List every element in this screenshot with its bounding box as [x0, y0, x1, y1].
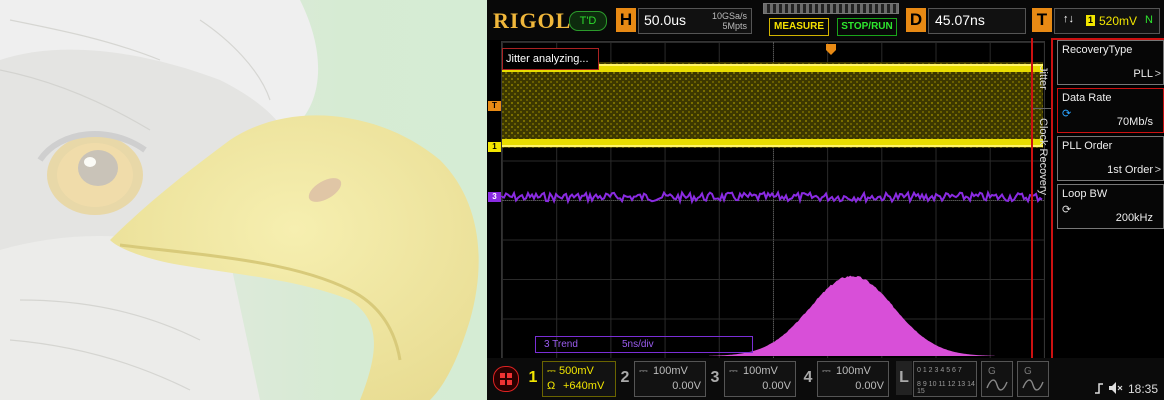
menu-data-rate[interactable]: Data Rate ⟳ 70Mb/s: [1057, 88, 1164, 133]
trend-scale: 5ns/div: [622, 339, 654, 350]
trend-window[interactable]: 3 Trend 5ns/div: [535, 336, 753, 353]
ch3-number[interactable]: 3: [707, 361, 723, 395]
menu-loop-bw[interactable]: Loop BW ⟳ 200kHz: [1057, 184, 1164, 229]
menu-recovery-type[interactable]: RecoveryType PLL >: [1057, 40, 1164, 85]
trigger-level-marker[interactable]: T: [488, 101, 501, 111]
menu-pll-order-label: PLL Order: [1062, 140, 1113, 152]
ch3-trace: [501, 189, 1043, 205]
knob-icon: ⟳: [1062, 204, 1072, 216]
tab-jitter[interactable]: Jitter: [1037, 66, 1049, 90]
menu-recovery-type-label: RecoveryType: [1062, 44, 1133, 56]
ch4-offset: 0.00V: [855, 380, 884, 392]
chevron-right-icon: >: [1154, 164, 1161, 176]
main-menu-button[interactable]: [493, 366, 519, 392]
generator2-button[interactable]: G: [1017, 361, 1049, 397]
speaker-icon: [1109, 382, 1116, 394]
status-icons: [1095, 382, 1123, 394]
ch1-bottom-highlight: [502, 145, 1043, 147]
logic-channels-box[interactable]: 0 1 2 3 4 5 6 7 8 9 10 11 12 13 14 15: [913, 361, 977, 397]
menu-data-rate-label: Data Rate: [1062, 92, 1112, 104]
ch3-offset: 0.00V: [762, 380, 791, 392]
ch1-offset-marker[interactable]: 1: [488, 142, 501, 152]
ch2-offset: 0.00V: [672, 380, 701, 392]
svg-text:G: G: [988, 366, 996, 377]
svg-text:G: G: [1024, 366, 1032, 377]
ch1-number[interactable]: 1: [525, 361, 541, 395]
ch4-settings-box[interactable]: ⎓ 100mV 0.00V: [817, 361, 889, 397]
background-photo: [0, 0, 487, 400]
ch2-number[interactable]: 2: [617, 361, 633, 395]
menu-pll-order-value: 1st Order: [1107, 164, 1153, 176]
side-tabs: Jitter Clock Recovery: [1031, 38, 1053, 372]
dc-coupling-icon: ⎓: [547, 365, 556, 377]
menu-loop-bw-value: 200kHz: [1115, 212, 1153, 224]
ch4-scale: 100mV: [836, 365, 871, 377]
ch3-scale: 100mV: [743, 365, 778, 377]
trigger-position-marker[interactable]: [826, 44, 836, 55]
bottom-channel-bar: 1 ⎓ 500mV Ω +640mV 2 ⎓ 100mV 0.00V 3 ⎓ 1…: [487, 358, 1164, 400]
ch1-settings-box[interactable]: ⎓ 500mV Ω +640mV: [542, 361, 616, 397]
oscilloscope-screen: RIGOL T'D H 50.0us 10GSa/s 5Mpts MEASURE…: [487, 0, 1164, 400]
sine-wave-icon: G: [1022, 366, 1044, 391]
menu-recovery-type-value: PLL: [1133, 68, 1153, 80]
sine-wave-icon: G: [986, 366, 1008, 391]
eagle-photo: [0, 0, 479, 400]
ch1-scale: 500mV: [559, 365, 594, 377]
logic-label[interactable]: L: [896, 361, 912, 395]
ch2-scale: 100mV: [653, 365, 688, 377]
dc-coupling-icon: ⎓: [639, 365, 648, 377]
generator1-button[interactable]: G: [981, 361, 1013, 397]
logic-row1: 0 1 2 3 4 5 6 7: [917, 367, 962, 374]
ch2-settings-box[interactable]: ⎓ 100mV 0.00V: [634, 361, 706, 397]
dc-coupling-icon: ⎓: [822, 365, 831, 377]
logic-row2: 8 9 10 11 12 13 14 15: [917, 381, 975, 395]
menu-pll-order[interactable]: PLL Order 1st Order >: [1057, 136, 1164, 181]
menu-loop-bw-label: Loop BW: [1062, 188, 1108, 200]
tab-clock-recovery[interactable]: Clock Recovery: [1037, 118, 1049, 195]
mute-icon: [1117, 385, 1123, 391]
ch4-number[interactable]: 4: [800, 361, 816, 395]
chevron-right-icon: >: [1154, 68, 1161, 80]
ch1-impedance: Ω: [547, 380, 556, 392]
ch3-settings-box[interactable]: ⎓ 100mV 0.00V: [724, 361, 796, 397]
clock-recovery-menu: RecoveryType PLL > Data Rate ⟳ 70Mb/s PL…: [1051, 38, 1164, 376]
network-icon: [1095, 383, 1103, 394]
ch1-eye-noise: [502, 62, 1043, 148]
jitter-analyzing-label: Jitter analyzing...: [502, 48, 599, 70]
trend-label: 3 Trend: [544, 339, 578, 350]
ch1-offset: +640mV: [563, 380, 605, 392]
menu-data-rate-value: 70Mb/s: [1116, 116, 1153, 128]
knob-icon: ⟳: [1062, 108, 1072, 120]
clock-time: 18:35: [1127, 382, 1158, 396]
ch3-offset-marker[interactable]: 3: [488, 192, 501, 202]
dc-coupling-icon: ⎓: [729, 365, 738, 377]
grid-menu-icon: [500, 373, 512, 385]
